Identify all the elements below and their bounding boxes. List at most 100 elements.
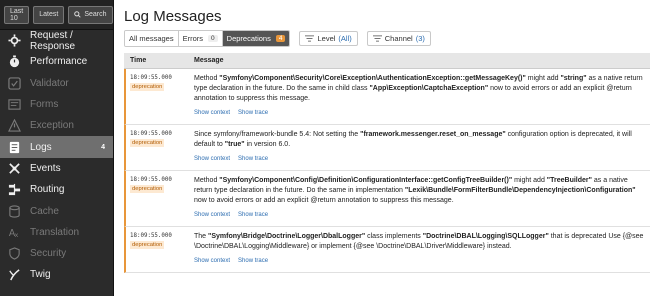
message-highlight: "TreeBuilder" [546, 177, 592, 184]
sidebar-item-exception: Exception [0, 115, 113, 136]
search-button[interactable]: Search [68, 5, 113, 24]
log-time: 18:09:55.000 [130, 131, 172, 137]
sidebar-item-label: Translation [30, 226, 80, 238]
sidebar-item-security: Security [0, 243, 113, 264]
search-icon [74, 11, 81, 18]
message-text: now to avoid errors or add an explicit @… [194, 197, 454, 204]
search-button-label: Search [84, 11, 107, 18]
message-highlight: "Lexik\Bundle\FormFilterBundle\Dependenc… [404, 187, 636, 194]
message-cell: Since symfony/framework-bundle 5.4: Not … [190, 125, 650, 170]
sidebar-item-routing[interactable]: Routing [0, 179, 113, 200]
sidebar-item-translation: Ax Translation [0, 222, 113, 243]
message-highlight: "true" [224, 141, 245, 148]
table-row: 18:09:55.000 deprecation Since symfony/fra… [124, 125, 650, 171]
log-time: 18:09:55.000 [130, 177, 172, 183]
channel-filter[interactable]: Channel (3) [366, 31, 431, 46]
tab-label: Deprecations [226, 34, 271, 43]
sidebar-item-performance[interactable]: Performance [0, 51, 113, 72]
show-context-link[interactable]: Show context [194, 154, 230, 164]
log-time: 18:09:55.000 [130, 75, 172, 81]
message-text: Since symfony/framework-bundle 5.4: Not … [194, 131, 361, 138]
message-cell: The "Symfony\Bridge\Doctrine\Logger\Dbal… [190, 227, 650, 272]
time-cell: 18:09:55.000 deprecation [126, 227, 190, 272]
sidebar-item-logs[interactable]: Logs 4 [0, 136, 113, 158]
sidebar-item-label: Twig [30, 269, 51, 281]
row-links: Show context Show trace [194, 154, 644, 164]
sidebar-item-label: Routing [30, 184, 65, 196]
level-filter[interactable]: Level (All) [299, 31, 358, 46]
level-badge: deprecation [130, 139, 165, 147]
table-body: 18:09:55.000 deprecation Method "Symfony\C… [124, 69, 650, 273]
level-badge: deprecation [130, 185, 165, 193]
latest-button[interactable]: Latest [33, 5, 65, 24]
message-highlight: "string" [560, 75, 587, 82]
time-column-header: Time [130, 57, 147, 64]
log-time: 18:09:55.000 [130, 233, 172, 239]
timer-icon [8, 55, 21, 68]
show-trace-link[interactable]: Show trace [238, 108, 268, 118]
cache-icon [8, 204, 21, 218]
message-text: Method [194, 177, 220, 184]
tab-count-badge: 4 [275, 35, 286, 42]
request-icon [8, 34, 21, 47]
sidebar-item-label: Events [30, 162, 61, 174]
sidebar-item-request-response[interactable]: Request / Response [0, 29, 113, 52]
time-cell: 18:09:55.000 deprecation [126, 125, 190, 170]
sidebar-item-count: 4 [101, 143, 105, 151]
show-context-link[interactable]: Show context [194, 108, 230, 118]
level-badge: deprecation [130, 241, 165, 249]
message-highlight: "App\Exception\CaptchaException" [369, 85, 489, 92]
message-cell: Method "Symfony\Component\Config\Definit… [190, 171, 650, 226]
message-text: Method [194, 75, 220, 82]
level-badge: deprecation [130, 83, 165, 91]
events-icon [8, 162, 21, 175]
check-icon [8, 77, 21, 90]
sidebar-item-cache: Cache [0, 200, 113, 221]
sidebar-item-forms: Forms [0, 94, 113, 115]
tab-deprecations[interactable]: Deprecations 4 [222, 31, 290, 46]
sidebar-item-label: Cache [30, 205, 59, 217]
show-context-link[interactable]: Show context [194, 210, 230, 220]
sidebar-item-label: Validator [30, 77, 69, 89]
show-trace-link[interactable]: Show trace [238, 210, 268, 220]
show-trace-link[interactable]: Show trace [238, 154, 268, 164]
sidebar-item-twig[interactable]: Twig [0, 264, 113, 285]
message-highlight: "Symfony\Component\Security\Core\Excepti… [219, 75, 526, 82]
message-text: The [194, 233, 209, 240]
row-links: Show context Show trace [194, 108, 644, 118]
logs-icon [8, 141, 21, 154]
log-message: The "Symfony\Bridge\Doctrine\Logger\Dbal… [194, 232, 644, 252]
table-row: 18:09:55.000 deprecation Method "Symfony\C… [124, 69, 650, 125]
tab-group: All messages Errors 0 Deprecations 4 [124, 30, 291, 47]
row-links: Show context Show trace [194, 256, 644, 266]
table-header: Time Message [124, 53, 650, 69]
page-title: Log Messages [124, 8, 222, 25]
main-panel: Log Messages All messages Errors 0 Deprecat… [114, 0, 650, 296]
tab-all-messages[interactable]: All messages [125, 31, 179, 46]
tab-errors[interactable]: Errors 0 [178, 31, 223, 46]
last-10-button[interactable]: Last 10 [4, 5, 30, 24]
show-trace-link[interactable]: Show trace [238, 256, 268, 266]
log-message: Since symfony/framework-bundle 5.4: Not … [194, 130, 644, 150]
tab-label: All messages [129, 34, 174, 43]
message-highlight: "Symfony\Bridge\Doctrine\Logger\DbalLogg… [208, 233, 366, 240]
sidebar: Last 10 Latest Search Request / Response… [0, 0, 114, 296]
message-text: might add [525, 75, 561, 82]
form-icon [8, 98, 21, 111]
filter-icon [305, 35, 315, 42]
time-cell: 18:09:55.000 deprecation [126, 171, 190, 226]
sidebar-item-label: Logs [30, 141, 52, 153]
channel-filter-value: (3) [415, 34, 425, 43]
tab-label: Errors [182, 34, 204, 43]
sidebar-item-label: Exception [30, 120, 74, 132]
sidebar-item-label: Request / Response [30, 29, 76, 52]
message-highlight: "Symfony\Component\Config\Definition\Con… [219, 177, 513, 184]
level-filter-label: Level [317, 34, 336, 43]
log-message: Method "Symfony\Component\Security\Core\… [194, 74, 644, 104]
show-context-link[interactable]: Show context [194, 256, 230, 266]
message-text: in version 6.0. [244, 141, 291, 148]
sidebar-item-validator: Validator [0, 73, 113, 94]
sidebar-item-events[interactable]: Events [0, 158, 113, 179]
log-message: Method "Symfony\Component\Config\Definit… [194, 176, 644, 206]
sidebar-toolbar: Last 10 Latest Search [0, 0, 113, 30]
